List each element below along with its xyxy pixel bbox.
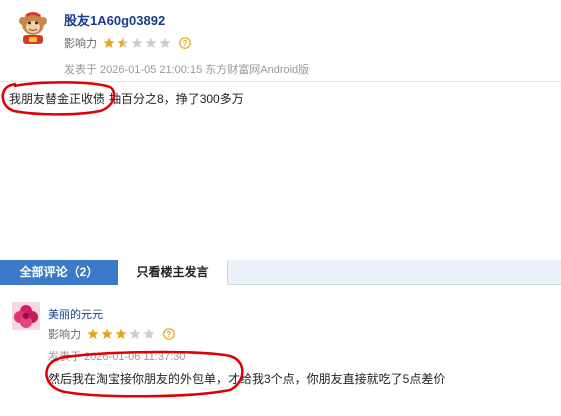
question-circle-icon[interactable]: ? (163, 328, 175, 340)
post-body-rest: 抽百分之8，挣了300多万 (109, 92, 244, 106)
star-empty-icon (145, 37, 157, 48)
post-body-highlight: 我朋友替金正收债 (9, 92, 106, 106)
comment-influence-stars (87, 328, 157, 340)
star-filled-icon (101, 328, 113, 339)
post-influence-stars (103, 37, 173, 49)
star-filled-icon (115, 328, 127, 339)
svg-text:?: ? (183, 39, 188, 48)
post: 股友1A60g03892 影响力 ? 发表于 2026-01-05 21:00:… (0, 0, 561, 240)
influence-label: 影响力 (64, 38, 97, 50)
post-influence: 影响力 ? (64, 35, 191, 51)
svg-text:?: ? (167, 330, 172, 339)
influence-label: 影响力 (48, 329, 81, 341)
star-empty-icon (143, 328, 155, 339)
star-empty-icon (129, 328, 141, 339)
comment-influence: 影响力 ? (48, 326, 175, 342)
comment-author-link[interactable]: 美丽的元元 (48, 306, 103, 322)
post-meta: 发表于 2026-01-05 21:00:15 东方财富网Android版 (64, 64, 310, 76)
flower-avatar-icon (12, 302, 40, 330)
star-filled-icon (103, 37, 115, 48)
comment-item: 美丽的元元 影响力 ? 发表于 2026-01-06 11:37:30 然后我在… (0, 288, 561, 416)
star-empty-icon (131, 37, 143, 48)
star-filled-icon (87, 328, 99, 339)
tab-all-comments[interactable]: 全部评论（2） (0, 260, 118, 285)
post-body: 我朋友替金正收债 抽百分之8，挣了300多万 (9, 90, 244, 107)
cartoon-monkey-avatar-icon (19, 12, 47, 44)
tab-owner-only[interactable]: 只看楼主发言 (118, 260, 228, 285)
avatar[interactable] (14, 8, 52, 46)
question-circle-icon[interactable]: ? (179, 37, 191, 49)
divider (0, 81, 561, 82)
star-empty-icon (159, 37, 171, 48)
comment-avatar[interactable] (12, 302, 40, 330)
comment-meta: 发表于 2026-01-06 11:37:30 (48, 351, 186, 363)
post-author-link[interactable]: 股友1A60g03892 (64, 10, 165, 29)
comment-tabs: 全部评论（2） 只看楼主发言 (0, 260, 561, 285)
comment-text: 然后我在淘宝接你朋友的外包单，才给我3个点，你朋友直接就吃了5点差价 (48, 372, 446, 386)
star-half-icon (117, 37, 129, 48)
